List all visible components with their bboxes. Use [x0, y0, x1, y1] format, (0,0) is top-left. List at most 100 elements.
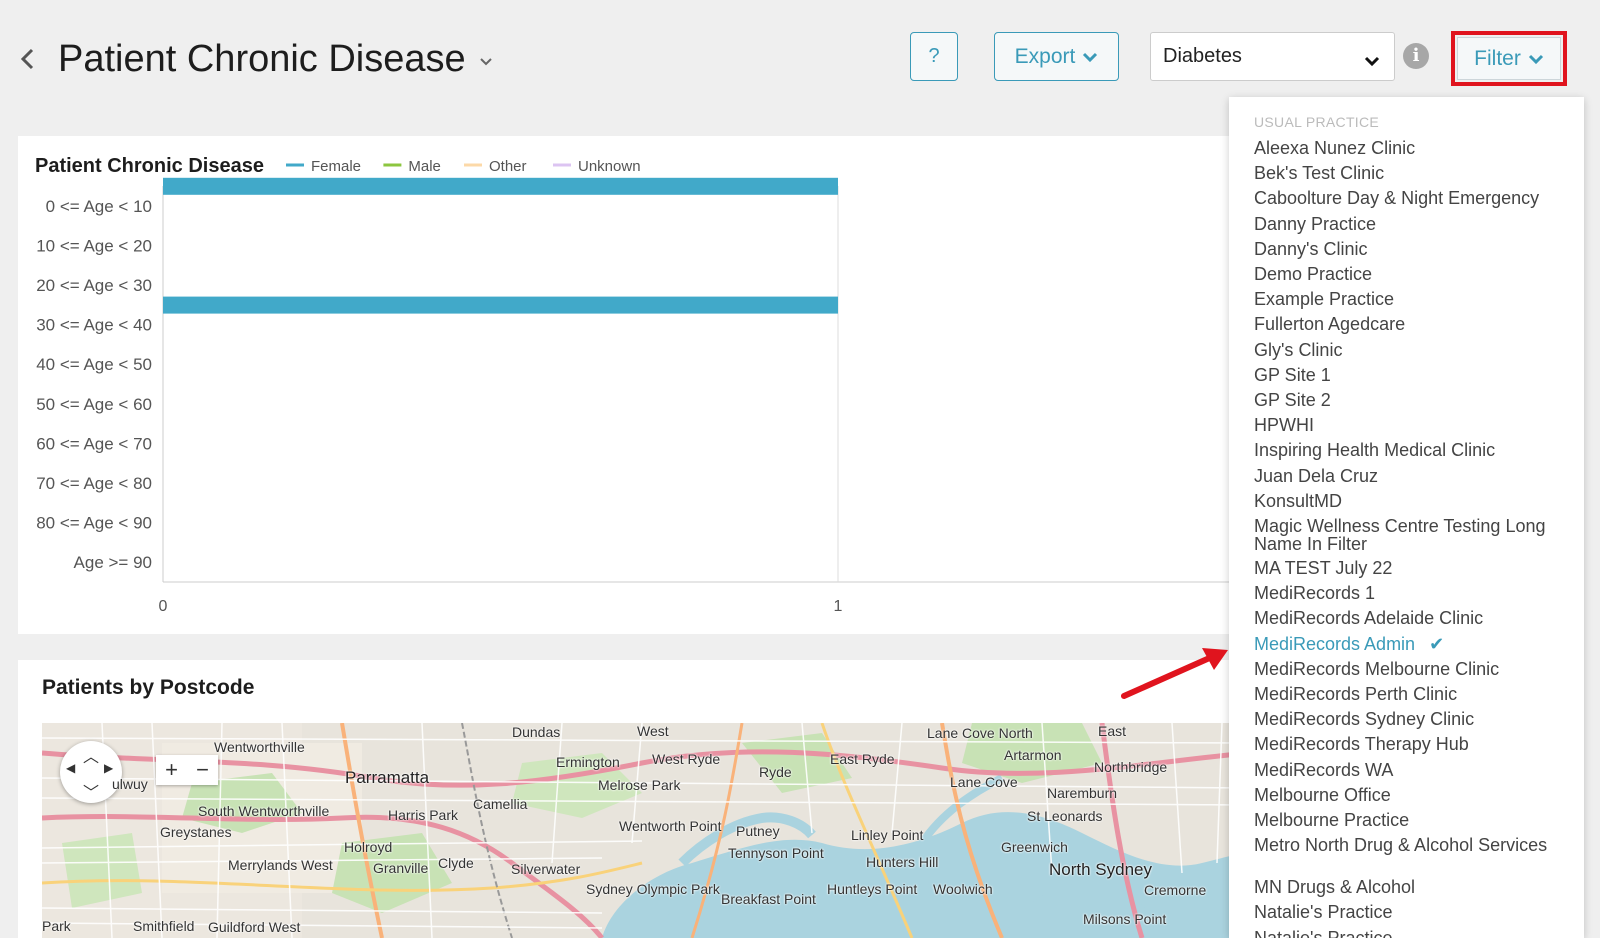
- dropdown-item[interactable]: MediRecords Therapy Hub: [1254, 735, 1574, 753]
- map-title: Patients by Postcode: [42, 676, 255, 699]
- map-place-label: Artarmon: [1004, 747, 1062, 763]
- chart-card: Patient Chronic Disease Female Male Other Un…: [18, 136, 1248, 634]
- y-tick-label: 0 <= Age < 10: [46, 197, 152, 216]
- dropdown-item[interactable]: Magic Wellness Centre Testing Long Name …: [1254, 517, 1574, 553]
- map-place-label: West Ryde: [652, 751, 721, 767]
- map-place-label: St Leonards: [1027, 808, 1103, 824]
- dropdown-item[interactable]: MediRecords Admin ✔: [1254, 635, 1574, 653]
- legend-label-other: Other: [489, 158, 527, 175]
- dropdown-item[interactable]: Danny Practice: [1254, 215, 1574, 233]
- help-button[interactable]: ?: [910, 32, 958, 81]
- bar-chart: Patient Chronic Disease Female Male Other Un…: [35, 155, 1248, 615]
- y-tick-label: 40 <= Age < 50: [36, 355, 152, 374]
- postcode-map[interactable]: ︿ ﹀ ◀ ▶ + − Dundas West Lane Cove North Wen…: [42, 723, 1248, 938]
- map-place-label: South Wentworthville: [198, 803, 330, 819]
- y-tick-label: 50 <= Age < 60: [36, 395, 152, 414]
- dropdown-item[interactable]: Natalie's Practice: [1254, 929, 1574, 938]
- title-dropdown-chevron-icon[interactable]: [478, 54, 494, 70]
- dropdown-item-label: Danny's Clinic: [1254, 238, 1368, 259]
- map-place-label: Greenwich: [1001, 839, 1068, 855]
- dropdown-item-label: MN Drugs & Alcohol: [1254, 877, 1416, 898]
- map-place-label: Harris Park: [388, 807, 459, 823]
- dropdown-item[interactable]: Demo Practice: [1254, 265, 1574, 283]
- dropdown-item-label: MediRecords Admin: [1254, 633, 1416, 654]
- dropdown-item[interactable]: GP Site 2: [1254, 391, 1574, 409]
- dropdown-item[interactable]: Melbourne Office: [1254, 786, 1574, 804]
- disease-select[interactable]: Diabetes: [1150, 32, 1395, 81]
- map-place-label: Wentworth Point: [619, 818, 722, 834]
- dropdown-item[interactable]: Natalie's Practice: [1254, 903, 1574, 921]
- dropdown-item[interactable]: Danny's Clinic: [1254, 240, 1574, 258]
- pan-left-icon[interactable]: ◀: [66, 761, 75, 775]
- dropdown-item-label: MediRecords Therapy Hub: [1254, 734, 1469, 755]
- chevron-down-icon: [1364, 50, 1380, 73]
- dropdown-item[interactable]: MediRecords WA: [1254, 761, 1574, 779]
- dropdown-item[interactable]: Caboolture Day & Night Emergency: [1254, 189, 1574, 207]
- dropdown-item[interactable]: Example Practice: [1254, 290, 1574, 308]
- dropdown-item[interactable]: Juan Dela Cruz: [1254, 467, 1574, 485]
- dropdown-item-label: Natalie's Practice: [1254, 927, 1393, 938]
- map-place-label: East Ryde: [830, 751, 895, 767]
- dropdown-item-label: MediRecords Perth Clinic: [1254, 684, 1458, 704]
- pan-down-icon[interactable]: ﹀: [83, 779, 99, 803]
- export-label: Export: [1014, 44, 1076, 68]
- dropdown-item-label: MediRecords Melbourne Clinic: [1254, 658, 1500, 679]
- map-place-label: Ermington: [556, 754, 620, 770]
- dropdown-item[interactable]: MediRecords Perth Clinic: [1254, 685, 1574, 703]
- back-chevron-icon[interactable]: [16, 44, 38, 74]
- dropdown-item[interactable]: MediRecords 1: [1254, 584, 1574, 602]
- dropdown-item[interactable]: HPWHI: [1254, 416, 1574, 434]
- dropdown-item[interactable]: Aleexa Nunez Clinic: [1254, 139, 1574, 157]
- pan-right-icon[interactable]: ▶: [104, 761, 113, 775]
- chevron-down-icon: [1082, 45, 1098, 69]
- dropdown-item[interactable]: Gly's Clinic: [1254, 341, 1574, 359]
- dropdown-item-label: MediRecords 1: [1254, 583, 1376, 604]
- legend-label-unknown: Unknown: [578, 158, 641, 175]
- zoom-out-button[interactable]: −: [187, 755, 218, 785]
- dropdown-item[interactable]: MediRecords Adelaide Clinic: [1254, 609, 1574, 627]
- map-place-label: Naremburn: [1047, 785, 1118, 801]
- dropdown-item-label: Bek's Test Clinic: [1254, 163, 1385, 184]
- zoom-in-button[interactable]: +: [156, 755, 187, 785]
- info-icon[interactable]: i: [1403, 43, 1429, 69]
- dropdown-item[interactable]: KonsultMD: [1254, 492, 1574, 510]
- map-place-label: Merrylands West: [228, 857, 333, 873]
- dropdown-item[interactable]: MediRecords Sydney Clinic: [1254, 710, 1574, 728]
- map-place-label: Melrose Park: [598, 777, 681, 793]
- dropdown-item[interactable]: Metro North Drug & Alcohol Services: [1254, 836, 1574, 854]
- dropdown-item[interactable]: MediRecords Melbourne Clinic: [1254, 660, 1574, 678]
- dropdown-section-header: USUAL PRACTICE: [1254, 114, 1380, 130]
- dropdown-item[interactable]: Inspiring Health Medical Clinic: [1254, 441, 1574, 459]
- checkmark-icon: ✔: [1429, 633, 1445, 654]
- map-place-label: Ryde: [759, 764, 792, 780]
- dropdown-item-label: GP Site 2: [1254, 390, 1331, 410]
- map-place-label: Wentworthville: [214, 739, 305, 755]
- pan-up-icon[interactable]: ︿: [83, 743, 99, 767]
- map-place-label: Clyde: [438, 855, 474, 871]
- dropdown-item-label: Juan Dela Cruz: [1254, 465, 1379, 486]
- dropdown-item[interactable]: Melbourne Practice: [1254, 811, 1574, 829]
- map-place-label: Greystanes: [160, 824, 232, 840]
- dropdown-item-label: Demo Practice: [1254, 264, 1373, 284]
- map-place-label: North Sydney: [1049, 860, 1152, 879]
- dropdown-item-label: Magic Wellness Centre Testing Long Name …: [1254, 516, 1546, 554]
- map-place-label: West: [637, 723, 669, 739]
- map-pan-control[interactable]: ︿ ﹀ ◀ ▶: [60, 741, 122, 803]
- filter-button[interactable]: Filter: [1457, 37, 1561, 80]
- legend-label-female: Female: [311, 158, 361, 175]
- filter-label: Filter: [1474, 46, 1521, 70]
- dropdown-item[interactable]: Fullerton Agedcare: [1254, 315, 1574, 333]
- dropdown-item[interactable]: Bek's Test Clinic: [1254, 164, 1574, 182]
- dropdown-item[interactable]: GP Site 1: [1254, 366, 1574, 384]
- map-place-label: Breakfast Point: [721, 891, 816, 907]
- dropdown-item-label: Melbourne Office: [1254, 784, 1391, 805]
- map-place-label: Woolwich: [933, 881, 993, 897]
- export-button[interactable]: Export: [994, 32, 1119, 81]
- dropdown-item-label: MediRecords Adelaide Clinic: [1254, 608, 1484, 629]
- map-place-label: Smithfield: [133, 918, 195, 934]
- dropdown-item-label: Inspiring Health Medical Clinic: [1254, 440, 1496, 461]
- dropdown-item[interactable]: MA TEST July 22: [1254, 559, 1574, 577]
- y-tick-label: 70 <= Age < 80: [36, 474, 152, 493]
- dropdown-item[interactable]: MN Drugs & Alcohol: [1254, 878, 1574, 896]
- dropdown-item-label: Natalie's Practice: [1254, 902, 1393, 923]
